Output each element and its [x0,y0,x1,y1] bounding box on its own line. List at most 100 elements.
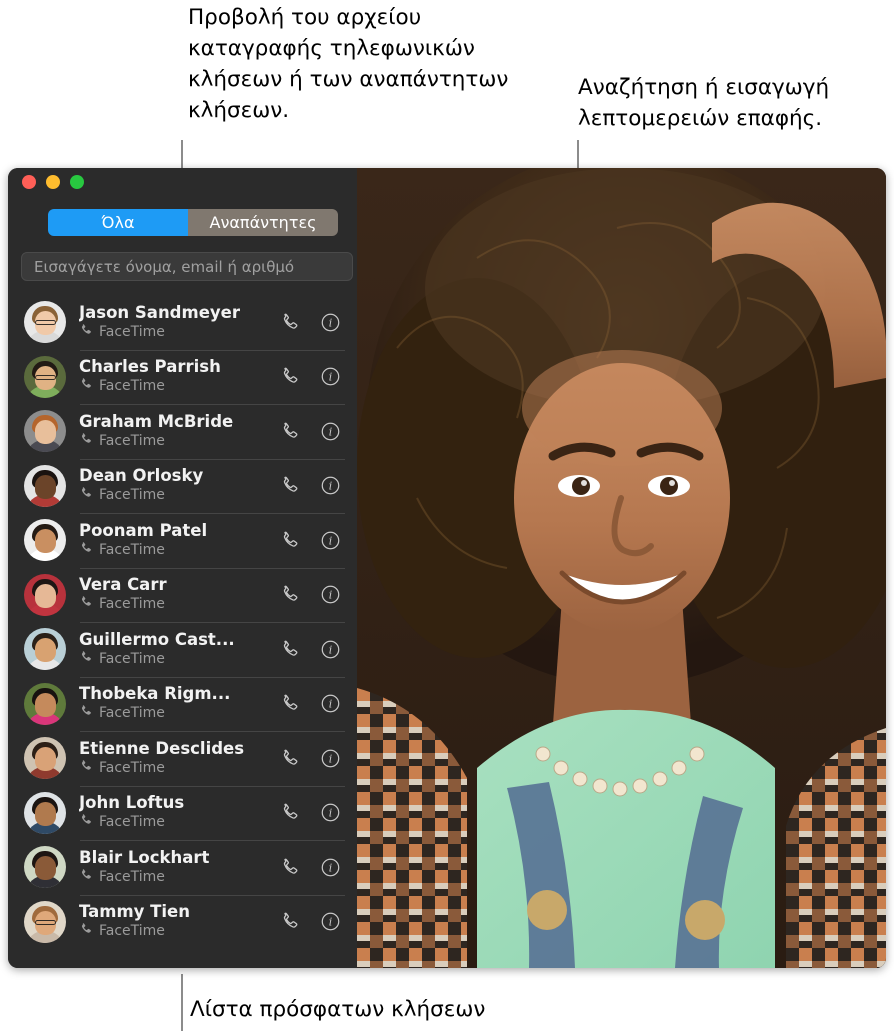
info-button[interactable]: i [319,802,341,824]
phone-glyph-icon [81,542,91,552]
info-button[interactable]: i [319,311,341,333]
contact-name: Guillermo Cast... [79,629,235,649]
info-button[interactable]: i [319,475,341,497]
contact-row[interactable]: Dean Orlosky FaceTime i [8,458,357,514]
phone-glyph-icon [79,486,93,505]
avatar [24,464,66,507]
call-button-icon [283,422,297,438]
contact-name: Thobeka Rigm... [79,684,231,704]
phone-glyph-icon [81,651,91,661]
contact-name: Etienne Desclides [79,738,245,758]
contact-row[interactable]: John Loftus FaceTime i [8,785,357,841]
info-button-icon: i [321,313,339,332]
zoom-button[interactable] [70,175,84,189]
row-actions: i [278,311,341,333]
info-button[interactable]: i [319,584,341,606]
row-actions: i [278,802,341,824]
recent-calls-list[interactable]: Jason Sandmeyer FaceTime i Charles Parrish F… [8,295,357,949]
phone-glyph-icon [79,595,93,614]
info-button[interactable]: i [319,693,341,715]
call-button[interactable] [278,802,300,824]
svg-text:i: i [328,752,332,765]
contact-row[interactable]: Thobeka Rigm... FaceTime i [8,676,357,732]
call-button[interactable] [278,638,300,660]
call-button[interactable] [278,747,300,769]
svg-text:i: i [328,425,332,438]
avatar [24,573,66,616]
info-button[interactable]: i [319,366,341,388]
contact-row[interactable]: Vera Carr FaceTime i [8,567,357,623]
info-button[interactable]: i [319,529,341,551]
contact-row[interactable]: Jason Sandmeyer FaceTime i [8,295,357,350]
row-actions: i [278,638,341,660]
video-preview-pane[interactable] [357,168,886,968]
contact-row[interactable]: Etienne Desclides FaceTime i [8,731,357,786]
row-actions: i [278,529,341,551]
phone-glyph-icon [81,596,91,606]
segment-missed[interactable]: Αναπάντητες [188,209,338,236]
phone-glyph-icon [81,487,91,497]
info-button[interactable]: i [319,638,341,660]
callout-text-recent-calls: Λίστα πρόσφατων κλήσεων [190,997,486,1022]
close-button[interactable] [22,175,36,189]
call-button[interactable] [278,311,300,333]
call-button-icon [283,803,297,819]
call-button[interactable] [278,475,300,497]
info-button[interactable]: i [319,747,341,769]
call-button[interactable] [278,529,300,551]
avatar [24,628,66,671]
contact-row[interactable]: Blair Lockhart FaceTime i [8,840,357,895]
call-button[interactable] [278,911,300,933]
svg-text:i: i [328,916,332,929]
call-button-icon [283,367,297,383]
search-input[interactable]: Εισαγάγετε όνομα, email ή αριθμό [21,252,353,281]
info-button[interactable]: i [319,856,341,878]
contact-service-label: FaceTime [99,487,165,504]
callout-text-call-log: Προβολή του αρχείου καταγραφής τηλεφωνικ… [188,5,509,123]
contact-row[interactable]: Charles Parrish FaceTime i [8,349,357,405]
segment-all[interactable]: Όλα [48,209,188,236]
call-button[interactable] [278,420,300,442]
info-button[interactable]: i [319,420,341,442]
phone-glyph-icon [79,813,93,832]
minimize-button[interactable] [46,175,60,189]
contact-service-label: FaceTime [99,868,165,885]
leader-line-vertical-bottom [181,974,183,1031]
contact-name: Tammy Tien [79,902,190,922]
glasses-icon [34,320,56,326]
call-button[interactable] [278,366,300,388]
phone-glyph-icon [81,324,91,334]
contact-service-label: FaceTime [99,759,165,776]
phone-glyph-icon [79,922,93,941]
contact-service-label: FaceTime [99,378,165,395]
info-button[interactable]: i [319,911,341,933]
call-button[interactable] [278,693,300,715]
phone-glyph-icon [79,759,93,778]
avatar [24,737,66,780]
contact-row[interactable]: Poonam Patel FaceTime i [8,513,357,568]
call-button[interactable] [278,856,300,878]
avatar [24,519,66,562]
callout-text-search: Αναζήτηση ή εισαγωγή λεπτομερειών επαφής… [578,75,830,131]
contact-name: Poonam Patel [79,520,208,540]
row-actions: i [278,584,341,606]
contact-name: Dean Orlosky [79,466,204,486]
call-button-icon [283,749,297,765]
contact-row[interactable]: Guillermo Cast... FaceTime i [8,622,357,677]
call-button-icon [283,585,297,601]
call-button[interactable] [278,584,300,606]
row-actions: i [278,856,341,878]
contact-name: Charles Parrish [79,357,221,377]
contact-row[interactable]: Graham McBride FaceTime i [8,404,357,459]
contact-name: Blair Lockhart [79,847,210,867]
svg-text:i: i [328,861,332,874]
svg-text:i: i [328,589,332,602]
call-filter-segmented-control[interactable]: Όλα Αναπάντητες [48,209,338,236]
contact-row[interactable]: Tammy Tien FaceTime i [8,894,357,950]
info-button-icon: i [321,585,339,604]
phone-glyph-icon [81,923,91,933]
info-button-icon: i [321,858,339,877]
contact-service-label: FaceTime [99,923,165,940]
phone-glyph-icon [81,869,91,879]
contact-service-label: FaceTime [99,705,165,722]
